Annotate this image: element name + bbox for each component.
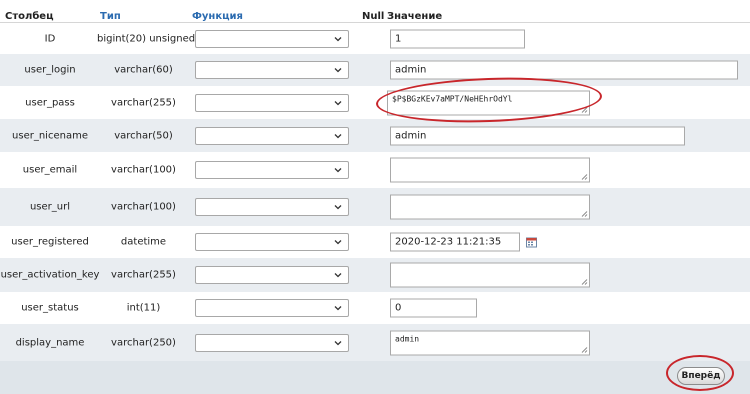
column-type: varchar(50) <box>114 130 173 141</box>
function-select[interactable] <box>195 198 349 216</box>
value-input[interactable]: 0 <box>390 298 477 318</box>
function-select[interactable] <box>195 126 349 145</box>
header-column: Столбец <box>5 11 54 22</box>
table-row: user_pass varchar(255) $P$BGzKEv7aMPT/Ne… <box>0 86 750 120</box>
header-function-link[interactable]: Функция <box>192 11 243 22</box>
function-select[interactable] <box>195 333 349 352</box>
column-name: user_login <box>24 64 76 76</box>
table-row: user_url varchar(100) <box>0 188 750 227</box>
table-row: ID bigint(20) unsigned 1 <box>0 23 750 55</box>
header-value: Значение <box>387 11 443 22</box>
chevron-down-icon <box>334 168 342 173</box>
resize-grip-icon[interactable] <box>581 211 588 218</box>
value-textarea[interactable] <box>390 157 590 183</box>
value-textarea[interactable] <box>390 262 590 288</box>
column-type: varchar(60) <box>114 64 173 76</box>
function-select[interactable] <box>195 93 349 112</box>
table-row: display_name varchar(250) admin <box>0 324 750 362</box>
function-select[interactable] <box>195 29 349 48</box>
function-select[interactable] <box>195 299 349 317</box>
column-name: user_email <box>22 164 78 176</box>
header-null: Null <box>362 11 385 22</box>
column-name: user_url <box>29 201 71 213</box>
chevron-down-icon <box>334 133 342 138</box>
chevron-down-icon <box>334 340 342 345</box>
header-type-link[interactable]: Тип <box>100 11 121 22</box>
resize-grip-icon[interactable] <box>581 346 588 353</box>
table-row: user_registered datetime 2020-12-23 11:2… <box>0 226 750 259</box>
column-type: varchar(255) <box>111 269 176 281</box>
chevron-down-icon <box>334 273 342 278</box>
column-name: user_activation_key <box>0 269 100 281</box>
column-type: datetime <box>120 236 167 248</box>
resize-grip-icon[interactable] <box>581 279 588 286</box>
column-name: user_registered <box>11 236 89 248</box>
annotation-circle-submit <box>666 355 734 391</box>
table-row: user_activation_key varchar(255) <box>0 258 750 293</box>
table-row: user_status int(11) 0 <box>0 292 750 325</box>
value-textarea[interactable]: admin <box>390 330 590 355</box>
function-select[interactable] <box>195 61 349 79</box>
value-text: admin <box>395 334 420 343</box>
column-type: int(11) <box>126 302 161 314</box>
chevron-down-icon <box>334 68 342 73</box>
column-name: user_pass <box>25 97 75 108</box>
form-footer <box>0 361 750 394</box>
column-type: bigint(20) unsigned <box>97 33 196 44</box>
column-name: display_name <box>15 337 85 348</box>
chevron-down-icon <box>334 36 342 41</box>
chevron-down-icon <box>334 240 342 245</box>
chevron-down-icon <box>334 205 342 210</box>
function-select[interactable] <box>195 233 349 251</box>
value-input[interactable]: admin <box>390 60 738 80</box>
chevron-down-icon <box>334 306 342 311</box>
column-name: user_nicename <box>12 130 88 141</box>
column-type: varchar(100) <box>111 164 176 176</box>
column-type: varchar(250) <box>111 337 176 348</box>
table-row: user_email varchar(100) <box>0 152 750 189</box>
resize-grip-icon[interactable] <box>581 174 588 181</box>
chevron-down-icon <box>334 100 342 105</box>
calendar-icon[interactable] <box>526 237 537 248</box>
function-select[interactable] <box>195 161 349 179</box>
column-type: varchar(100) <box>111 201 176 213</box>
value-textarea[interactable] <box>390 194 590 220</box>
column-name: ID <box>44 33 56 44</box>
table-header: Столбец Тип Функция Null Значение <box>0 0 750 23</box>
table-row: user_nicename varchar(50) admin <box>0 119 750 153</box>
column-name: user_status <box>21 302 79 314</box>
value-input[interactable]: admin <box>390 126 685 145</box>
datetime-input[interactable]: 2020-12-23 11:21:35 <box>390 232 520 252</box>
value-input[interactable]: 1 <box>390 29 525 48</box>
column-type: varchar(255) <box>111 97 176 108</box>
table-row: user_login varchar(60) admin <box>0 54 750 87</box>
function-select[interactable] <box>195 266 349 284</box>
